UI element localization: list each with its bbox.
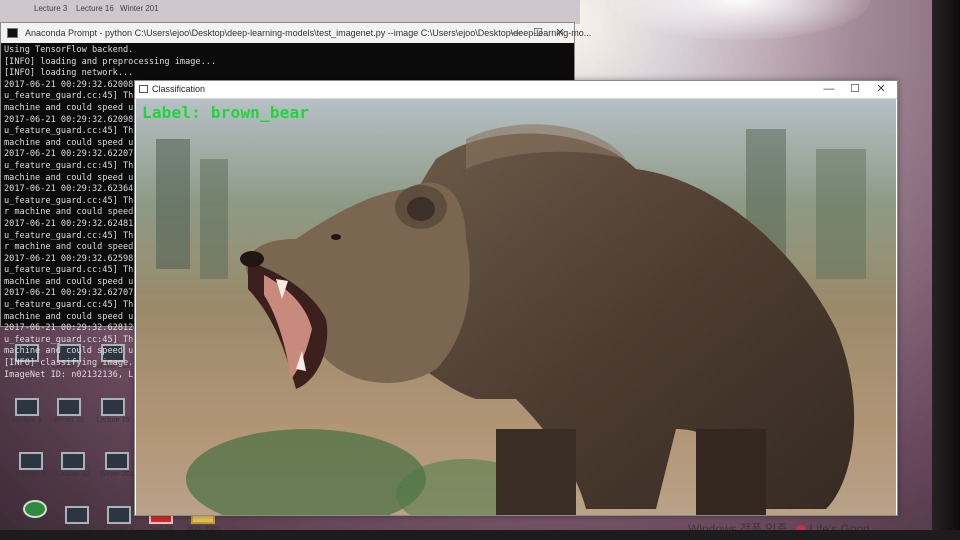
classified-image: Label: brown_bear: [136, 99, 896, 515]
desktop-icon-file[interactable]: Lecture 12: [56, 452, 90, 479]
monitor-bezel-right: [932, 0, 960, 540]
console-close-button[interactable]: ✕: [553, 26, 567, 40]
classification-titlebar[interactable]: Classification — ☐ ✕: [135, 81, 897, 99]
desktop-icon-file[interactable]: Lecture 8: [10, 398, 44, 425]
terminal-icon: [7, 28, 18, 38]
classification-minimize-button[interactable]: —: [821, 82, 837, 96]
console-title: Anaconda Prompt - python C:\Users\ejoo\D…: [25, 28, 592, 38]
classification-close-button[interactable]: ✕: [873, 82, 889, 96]
desktop-icon-file[interactable]: Lecture 5: [102, 506, 136, 533]
desktop-icon-file[interactable]: Winter 20: [52, 398, 86, 425]
desktop-icon-file[interactable]: Lecture 1: [60, 506, 94, 533]
classification-window[interactable]: Classification — ☐ ✕ Label: brown_bear: [134, 80, 898, 516]
taskbar-item[interactable]: Winter 201: [120, 4, 159, 13]
chrome-icon: [23, 500, 47, 518]
console-maximize-button[interactable]: ☐: [531, 26, 545, 40]
file-icon: [101, 398, 125, 416]
console-titlebar[interactable]: Anaconda Prompt - python C:\Users\ejoo\D…: [1, 23, 591, 43]
taskbar-item[interactable]: Lecture 3: [34, 4, 67, 13]
brown-bear-image: [136, 99, 896, 515]
taskbar-item[interactable]: Lecture 16: [76, 4, 114, 13]
console-line: [INFO] loading network...: [4, 68, 134, 79]
file-icon: [61, 452, 85, 470]
file-icon: [19, 452, 43, 470]
desktop-icon-file[interactable]: Lecture 9: [14, 452, 48, 479]
desktop-icon-file[interactable]: Winter 201: [100, 452, 134, 479]
console-line: Using TensorFlow backend.: [4, 45, 134, 55]
file-icon: [15, 398, 39, 416]
desktop-icon-file[interactable]: Lecture 15: [96, 398, 130, 425]
console-minimize-button[interactable]: —: [509, 26, 523, 40]
classification-maximize-button[interactable]: ☐: [847, 82, 863, 96]
monitor-bezel-bottom: [0, 530, 960, 540]
file-icon: [107, 506, 131, 524]
screen-glare: [610, 0, 870, 40]
console-line: [INFO] loading and preprocessing image..…: [4, 56, 217, 67]
window-icon: [139, 85, 148, 93]
file-icon: [65, 506, 89, 524]
classification-title: Classification: [152, 84, 206, 94]
file-icon: [105, 452, 129, 470]
file-icon: [57, 398, 81, 416]
taskbar-top: Lecture 3 Lecture 16 Winter 201: [0, 0, 580, 24]
classification-label: Label: brown_bear: [142, 103, 310, 122]
desktop-icon-chrome[interactable]: Chrome: [18, 500, 52, 527]
